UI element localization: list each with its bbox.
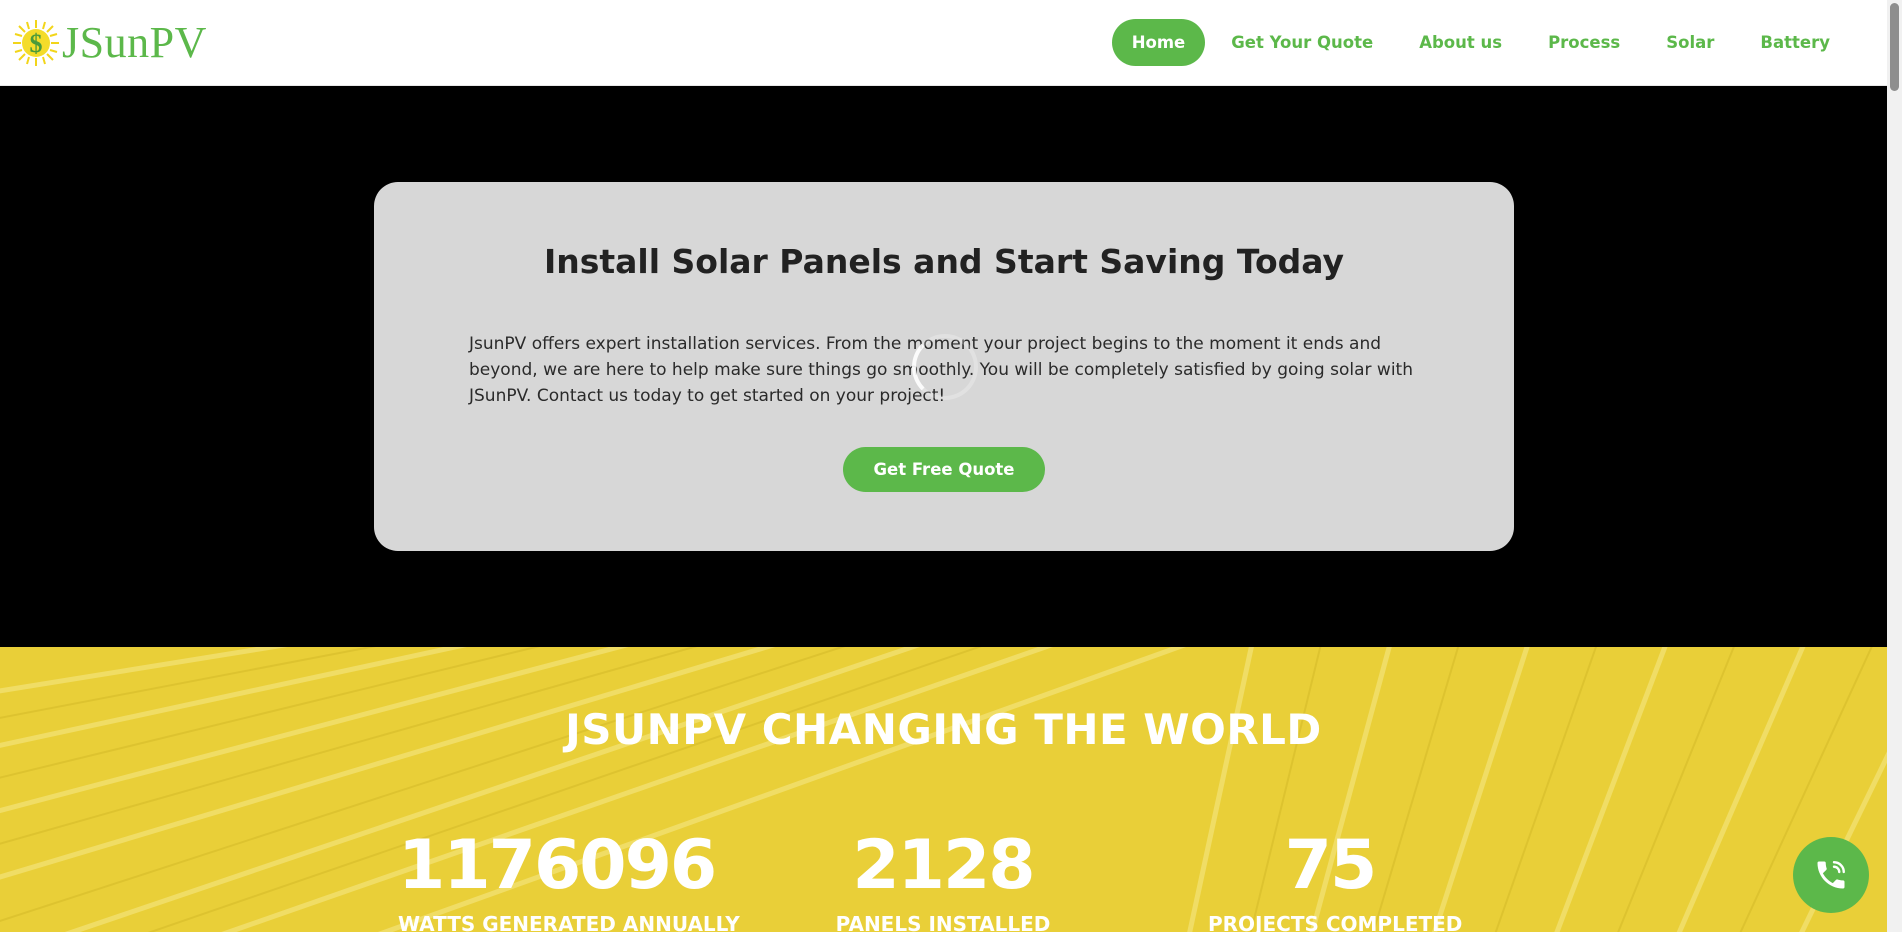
- loading-spinner-icon: [912, 334, 978, 400]
- page-scrollbar[interactable]: [1887, 0, 1902, 932]
- hero-cta-wrap: Get Free Quote: [469, 447, 1419, 492]
- logo[interactable]: $ JSunPV: [12, 19, 207, 67]
- stat-projects: 75 PROJECTS COMPLETED: [1208, 826, 1463, 932]
- stat-value: 1176096: [398, 826, 717, 905]
- hero-title: Install Solar Panels and Start Saving To…: [543, 242, 1345, 281]
- stat-label: PANELS INSTALLED: [835, 912, 1051, 932]
- svg-text:$: $: [30, 29, 43, 58]
- nav-process[interactable]: Process: [1528, 19, 1640, 66]
- get-free-quote-button[interactable]: Get Free Quote: [843, 447, 1045, 492]
- logo-text: JSunPV: [62, 17, 207, 67]
- phone-call-button[interactable]: [1793, 837, 1869, 913]
- dollar-sun-icon: $: [13, 19, 59, 66]
- nav-battery[interactable]: Battery: [1740, 19, 1850, 66]
- stat-watts: 1176096 WATTS GENERATED ANNUALLY: [398, 826, 740, 932]
- stat-label: PROJECTS COMPLETED: [1208, 912, 1463, 932]
- nav-solar[interactable]: Solar: [1646, 19, 1734, 66]
- nav-home[interactable]: Home: [1111, 19, 1206, 66]
- stat-panels: 2128 PANELS INSTALLED: [823, 832, 1063, 932]
- stat-value: 75: [1284, 826, 1378, 905]
- scrollbar-thumb[interactable]: [1890, 3, 1899, 91]
- site-header: $ JSunPV Home Get Your Quote About us Pr…: [0, 0, 1887, 86]
- stats-section: JSUNPV CHANGING THE WORLD 1176096 WATTS …: [0, 647, 1887, 932]
- phone-call-icon: [1817, 861, 1845, 889]
- nav-get-your-quote[interactable]: Get Your Quote: [1211, 19, 1393, 66]
- stat-value: 2128: [852, 826, 1035, 905]
- nav-about-us[interactable]: About us: [1399, 19, 1522, 66]
- stats-title: JSUNPV CHANGING THE WORLD: [565, 705, 1322, 754]
- main-nav: Home Get Your Quote About us Process Sol…: [1111, 19, 1875, 66]
- stat-label: WATTS GENERATED ANNUALLY: [398, 912, 740, 932]
- page: $ JSunPV Home Get Your Quote About us Pr…: [0, 0, 1902, 932]
- hero-section: Install Solar Panels and Start Saving To…: [0, 86, 1887, 647]
